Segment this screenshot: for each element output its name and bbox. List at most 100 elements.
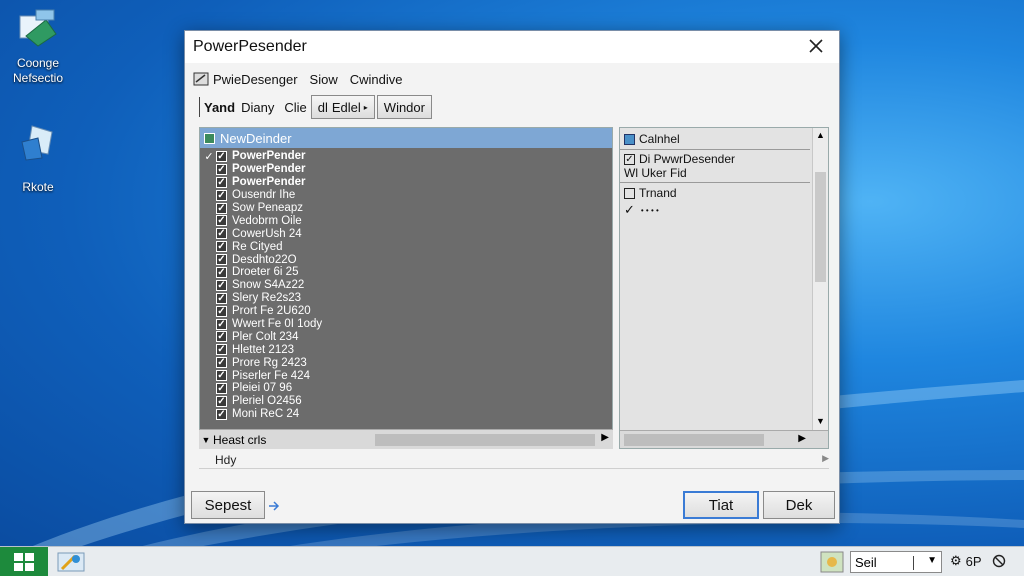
row-checkbox[interactable]: ✓ — [216, 254, 227, 266]
list-item[interactable]: ✓ PowerPender — [202, 163, 610, 176]
list-item[interactable]: ✓ Pleriel O2456 — [202, 395, 610, 408]
window-button-label: Windor — [383, 99, 425, 115]
list-item-label: Hlettet 2123 — [232, 343, 295, 356]
list-item[interactable]: ✓ Piserler Fe 424 — [202, 369, 610, 382]
row-checkbox[interactable]: ✓ — [216, 150, 227, 162]
row-checkbox[interactable]: ✓ — [216, 318, 227, 330]
taskbar-select[interactable]: Seil ▼ — [850, 551, 942, 573]
no-entry-icon[interactable] — [992, 554, 1006, 568]
list-item[interactable]: ✓ ✓ PowerPender — [202, 150, 610, 163]
scroll-right-icon[interactable]: ▶ — [822, 453, 829, 464]
row-checkbox[interactable]: ✓ — [216, 305, 227, 317]
right-pane-item[interactable]: Trnand — [624, 186, 677, 200]
ok-button[interactable]: Tiat — [683, 491, 759, 519]
list-item[interactable]: ✓ Hlettet 2123 — [202, 343, 610, 356]
edit-dropdown-button[interactable]: dl Edlel ▸ — [310, 95, 375, 119]
right-pane-item[interactable]: ✓ • • • • — [624, 202, 659, 218]
divider — [620, 149, 810, 150]
select-separator — [913, 556, 914, 570]
row-checkbox[interactable]: ✓ — [216, 266, 227, 278]
scroll-down-icon[interactable]: ▼ — [816, 416, 825, 426]
row-checkbox[interactable]: ✓ — [216, 241, 227, 253]
row-checkbox[interactable]: ✓ — [216, 163, 227, 175]
vertical-scrollbar[interactable]: ▲ ▼ — [812, 128, 828, 430]
left-list-pane[interactable]: NewDeinder ✓ ✓ PowerPender ✓ PowerPender ✓ Pow… — [199, 127, 613, 449]
row-checkbox[interactable]: ✓ — [216, 202, 227, 214]
chevron-down-icon[interactable]: ▼ — [927, 555, 937, 566]
menu-item[interactable]: Siow — [310, 72, 338, 87]
menu-item[interactable]: Cwindive — [350, 72, 403, 87]
scroll-right-icon[interactable]: ▶ — [601, 432, 609, 443]
row-checkbox[interactable]: ✓ — [216, 408, 227, 420]
arrow-right-icon[interactable] — [267, 499, 283, 513]
recycle-shape-icon — [21, 125, 53, 161]
right-pane-header[interactable]: Calnhel — [624, 132, 680, 146]
header-checkbox[interactable] — [624, 133, 635, 145]
row-checkbox[interactable]: ✓ — [216, 331, 227, 343]
status-text: 6P — [965, 553, 982, 569]
desktop-icon-rkote[interactable]: Rkote — [0, 120, 76, 195]
row-checkbox[interactable]: ✓ — [216, 344, 227, 356]
row-checkbox[interactable]: ✓ — [216, 382, 227, 394]
list-item-label: PowerPender — [232, 163, 306, 176]
row-checkbox[interactable]: ✓ — [216, 292, 227, 304]
taskbar-app-icon[interactable] — [54, 549, 88, 575]
list-item[interactable]: ✓ Pleiei 07 96 — [202, 382, 610, 395]
toolbar-item[interactable]: Yand — [204, 100, 235, 115]
cancel-button[interactable]: Dek — [763, 491, 835, 519]
row-checkbox[interactable]: ✓ — [216, 357, 227, 369]
row-checkbox[interactable]: ✓ — [216, 279, 227, 291]
scroll-right-icon[interactable]: ▶ — [798, 433, 806, 444]
list-item[interactable]: ✓ Wwert Fe 0I 1ody — [202, 318, 610, 331]
list-item[interactable]: ✓ Moni ReC 24 — [202, 408, 610, 421]
horizontal-scrollbar[interactable]: ▶ — [620, 430, 828, 448]
scroll-up-icon[interactable]: ▲ — [816, 130, 825, 140]
row-checkbox[interactable]: ✓ — [216, 176, 227, 188]
checkbox[interactable] — [624, 187, 635, 199]
collapse-triangle-icon[interactable]: ▼ — [199, 435, 213, 445]
start-button[interactable] — [0, 547, 48, 576]
toolbar-item[interactable]: Diany — [241, 100, 274, 115]
sepest-button[interactable]: Sepest — [191, 491, 265, 519]
list-item[interactable]: ✓ CowerUsh 24 — [202, 227, 610, 240]
edit-button-label: Edlel — [331, 99, 361, 115]
list-item[interactable]: ✓ Slery Re2s23 — [202, 292, 610, 305]
right-pane-item[interactable]: Wl Uker Fid — [624, 166, 687, 180]
scroll-track[interactable] — [624, 434, 764, 446]
window-button[interactable]: Windor — [376, 95, 432, 119]
sepest-button-label: Sepest — [204, 496, 252, 514]
right-pane-item[interactable]: ✓ Di PwwrDesender — [624, 152, 735, 166]
list-item[interactable]: ✓ Re Cityed — [202, 240, 610, 253]
scroll-thumb[interactable] — [815, 172, 826, 282]
horizontal-scroll-track[interactable] — [375, 434, 595, 446]
list-item[interactable]: ✓ Pler Colt 234 — [202, 330, 610, 343]
list-item[interactable]: ✓ PowerPender — [202, 176, 610, 189]
row-checkbox[interactable]: ✓ — [216, 370, 227, 382]
title-bar[interactable]: PowerPesender — [185, 31, 839, 63]
list-header[interactable]: NewDeinder — [200, 128, 612, 148]
row-checkbox[interactable]: ✓ — [216, 215, 227, 227]
right-pane[interactable]: Calnhel ✓ Di PwwrDesender Wl Uker Fid Tr… — [619, 127, 829, 449]
menu-item[interactable]: PwieDesenger — [213, 72, 298, 87]
tray-picture-icon[interactable] — [820, 551, 844, 573]
list-item[interactable]: ✓ Vedobrm Oile — [202, 214, 610, 227]
list-item[interactable]: ✓ Prort Fe 2U620 — [202, 305, 610, 318]
row-checkbox[interactable]: ✓ — [216, 228, 227, 240]
row-checkbox[interactable]: ✓ — [216, 395, 227, 407]
checkbox[interactable]: ✓ — [624, 153, 635, 165]
list-item[interactable]: ✓ Ousendr Ihe — [202, 189, 610, 202]
list-item[interactable]: ✓ Snow S4Az22 — [202, 279, 610, 292]
toolbar-item[interactable]: Clie — [284, 100, 306, 115]
list-footer-row[interactable]: ▼ Heast crls ▶ — [199, 429, 613, 449]
list-item[interactable]: ✓ Droeter 6i 25 — [202, 266, 610, 279]
close-icon[interactable] — [807, 37, 825, 55]
header-checkbox[interactable] — [204, 132, 215, 144]
dropdown-arrow-icon: ▸ — [363, 102, 368, 112]
list-item[interactable]: ✓ Desdhto22O — [202, 253, 610, 266]
desktop-icon-network[interactable]: Coonge Nefsectio — [0, 6, 76, 86]
list-header-label: NewDeinder — [220, 130, 292, 146]
list-item[interactable]: ✓ Sow Peneapz — [202, 202, 610, 215]
app-icon — [193, 72, 209, 86]
row-checkbox[interactable]: ✓ — [216, 189, 227, 201]
list-item[interactable]: ✓ Prore Rg 2423 — [202, 356, 610, 369]
